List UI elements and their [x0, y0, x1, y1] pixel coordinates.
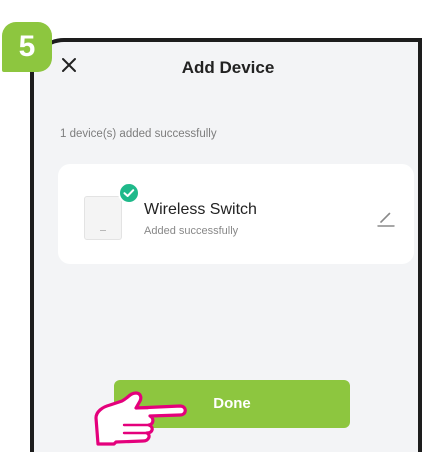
device-name: Wireless Switch — [144, 201, 257, 218]
pointing-hand-icon — [94, 391, 187, 446]
instruction-illustration: 5 Add Device 1 device(s) added successfu… — [0, 0, 422, 452]
step-number-badge: 5 — [2, 22, 52, 72]
device-status: Added successfully — [144, 225, 239, 237]
added-count-text: 1 device(s) added successfully — [60, 128, 217, 140]
pencil-icon[interactable] — [376, 208, 396, 228]
page-title: Add Device — [181, 58, 275, 77]
check-circle-icon — [118, 182, 140, 204]
device-thumbnail — [84, 196, 122, 240]
device-card[interactable]: Wireless Switch Added successfully — [58, 164, 414, 264]
phone-frame-edge — [418, 38, 422, 452]
